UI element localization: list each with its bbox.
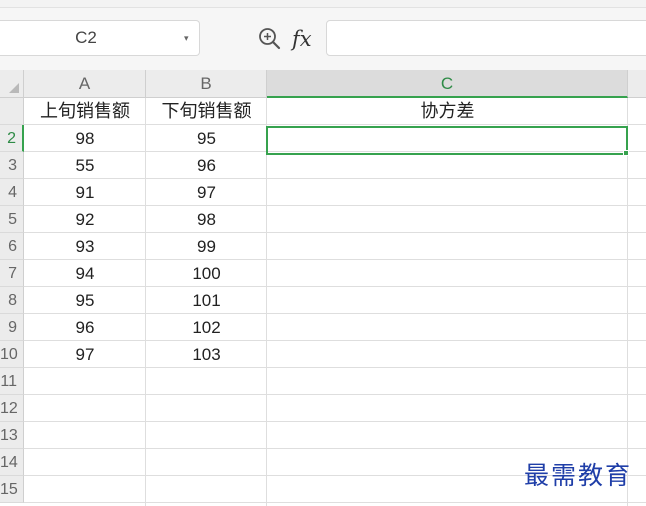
cell-a4[interactable]: 91 [24, 179, 146, 206]
cell-a11[interactable] [24, 368, 146, 395]
cell-a9[interactable]: 96 [24, 314, 146, 341]
cell-a1[interactable]: 上旬销售额 [24, 98, 146, 125]
cell-b5[interactable]: 98 [146, 206, 267, 233]
cell-b11[interactable] [146, 368, 267, 395]
cell-c7[interactable] [267, 260, 628, 287]
row-header[interactable] [0, 98, 24, 125]
cell-a6[interactable]: 93 [24, 233, 146, 260]
row-header[interactable]: 5 [0, 206, 24, 233]
spreadsheet-grid[interactable]: A B C 上旬销售额 下旬销售额 协方差 2 98 95 3 55 96 4 91 97 5 92 98 6… [0, 70, 646, 506]
cell-b1[interactable]: 下旬销售额 [146, 98, 267, 125]
cell-b7[interactable]: 100 [146, 260, 267, 287]
cell-b15[interactable] [146, 476, 267, 503]
title-strip [0, 0, 646, 8]
column-header-c[interactable]: C [267, 70, 628, 98]
cell-a7[interactable]: 94 [24, 260, 146, 287]
cell-b3[interactable]: 96 [146, 152, 267, 179]
cell-a13[interactable] [24, 422, 146, 449]
function-icon[interactable]: fx [292, 26, 322, 52]
cell-a3[interactable]: 55 [24, 152, 146, 179]
magnifier-icon[interactable] [257, 26, 283, 52]
cell-a2[interactable]: 98 [24, 125, 146, 152]
fill-handle[interactable] [623, 150, 629, 156]
row-header[interactable]: 3 [0, 152, 24, 179]
cell-b8[interactable]: 101 [146, 287, 267, 314]
row-header[interactable]: 4 [0, 179, 24, 206]
cell-a5[interactable]: 92 [24, 206, 146, 233]
cell-c6[interactable] [267, 233, 628, 260]
name-box[interactable]: C2 ▾ [0, 20, 200, 56]
cell-c9[interactable] [267, 314, 628, 341]
cell-a15[interactable] [24, 476, 146, 503]
cell-a10[interactable]: 97 [24, 341, 146, 368]
cell-b6[interactable]: 99 [146, 233, 267, 260]
cell-a14[interactable] [24, 449, 146, 476]
cell-b12[interactable] [146, 395, 267, 422]
cell-b13[interactable] [146, 422, 267, 449]
cell-c8[interactable] [267, 287, 628, 314]
cell-b14[interactable] [146, 449, 267, 476]
column-header-d[interactable] [628, 70, 646, 98]
row-header[interactable]: 8 [0, 287, 24, 314]
chevron-down-icon[interactable]: ▾ [184, 29, 194, 47]
row-header[interactable]: 12 [0, 395, 24, 422]
select-all-corner[interactable] [0, 70, 24, 98]
cell-b9[interactable]: 102 [146, 314, 267, 341]
row-header[interactable]: 14 [0, 449, 24, 476]
row-header[interactable]: 15 [0, 476, 24, 503]
cell-b2[interactable]: 95 [146, 125, 267, 152]
cell-c4[interactable] [267, 179, 628, 206]
cell-reference: C2 [75, 28, 97, 47]
cell-b10[interactable]: 103 [146, 341, 267, 368]
cell-c3[interactable] [267, 152, 628, 179]
cell-c5[interactable] [267, 206, 628, 233]
watermark-logo: 最需教育 [524, 461, 633, 490]
row-header[interactable]: 10 [0, 341, 24, 368]
cell-c11[interactable] [267, 368, 628, 395]
row-header[interactable]: 13 [0, 422, 24, 449]
cell-a8[interactable]: 95 [24, 287, 146, 314]
row-header[interactable]: 2 [0, 125, 24, 152]
cell-c13[interactable] [267, 422, 628, 449]
column-header-a[interactable]: A [24, 70, 146, 98]
cell-a12[interactable] [24, 395, 146, 422]
row-header[interactable]: 7 [0, 260, 24, 287]
row-header[interactable]: 6 [0, 233, 24, 260]
formula-input[interactable] [326, 20, 646, 56]
cell-c1[interactable]: 协方差 [267, 98, 628, 125]
row-header[interactable]: 9 [0, 314, 24, 341]
cell-c12[interactable] [267, 395, 628, 422]
cell-c10[interactable] [267, 341, 628, 368]
cell-b4[interactable]: 97 [146, 179, 267, 206]
column-header-b[interactable]: B [146, 70, 267, 98]
row-header[interactable]: 11 [0, 368, 24, 395]
selected-cell-c2[interactable] [266, 126, 628, 155]
